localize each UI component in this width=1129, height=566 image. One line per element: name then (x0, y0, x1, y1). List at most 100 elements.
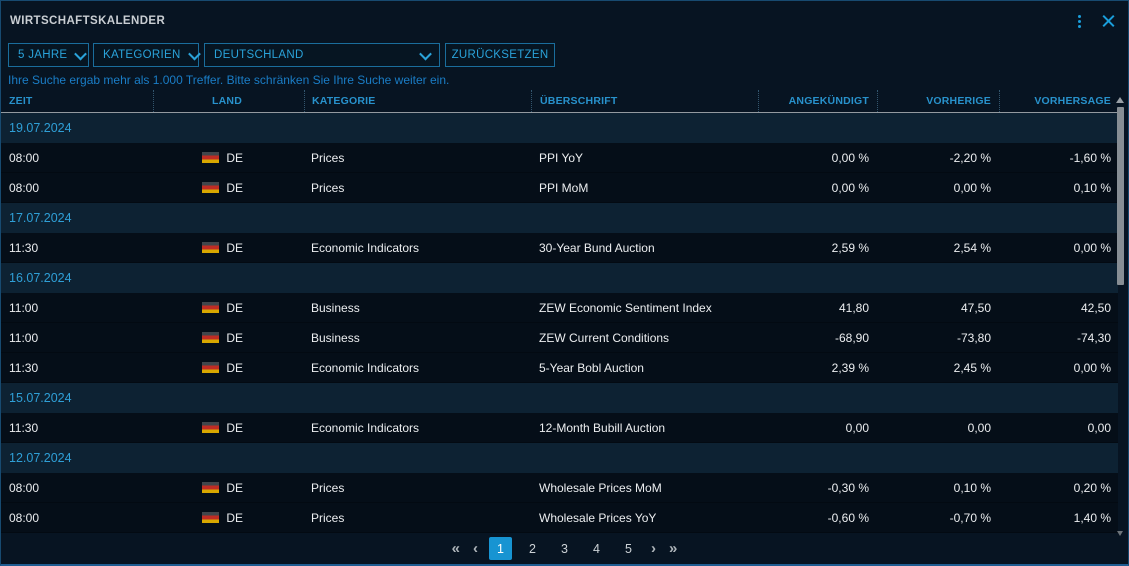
country-dropdown-label: DEUTSCHLAND (214, 49, 304, 61)
event-country: DE (153, 413, 304, 442)
next-page-button[interactable]: › (649, 541, 658, 556)
calendar-event-row[interactable]: 08:00DEPricesWholesale Prices MoM-0,30 %… (1, 473, 1118, 503)
event-headline: PPI YoY (531, 143, 758, 172)
event-time: 08:00 (1, 503, 153, 532)
germany-flag-icon (202, 482, 219, 493)
first-page-button[interactable]: « (450, 541, 462, 556)
country-code: DE (226, 151, 243, 165)
column-header-headline[interactable]: ÜBERSCHRIFT (531, 90, 758, 112)
event-previous-value: -0,70 % (877, 503, 999, 532)
scroll-down-arrow-icon[interactable] (1117, 531, 1123, 536)
country-code: DE (226, 421, 243, 435)
event-country: DE (153, 293, 304, 322)
column-header-country[interactable]: LAND (153, 90, 304, 112)
title-bar: WIRTSCHAFTSKALENDER (1, 1, 1128, 41)
event-announced-value: 0,00 (758, 413, 877, 442)
event-announced-value: -68,90 (758, 323, 877, 352)
page-button-3[interactable]: 3 (553, 537, 576, 560)
reset-button[interactable]: ZURÜCKSETZEN (445, 43, 555, 67)
kebab-menu-icon[interactable] (1076, 13, 1083, 30)
event-country: DE (153, 353, 304, 382)
column-header-time[interactable]: ZEIT (1, 90, 153, 112)
page-button-2[interactable]: 2 (521, 537, 544, 560)
date-group-row: 16.07.2024 (1, 263, 1118, 293)
country-code: DE (226, 511, 243, 525)
event-previous-value: 47,50 (877, 293, 999, 322)
column-header-forecast[interactable]: VORHERSAGE (999, 90, 1118, 112)
event-time: 08:00 (1, 143, 153, 172)
germany-flag-icon (202, 332, 219, 343)
event-category: Prices (304, 473, 531, 502)
date-group-row: 12.07.2024 (1, 443, 1118, 473)
event-announced-value: 0,00 % (758, 173, 877, 202)
event-announced-value: -0,60 % (758, 503, 877, 532)
scrollbar-thumb[interactable] (1117, 107, 1124, 285)
event-category: Prices (304, 173, 531, 202)
event-forecast-value: 1,40 % (999, 503, 1118, 532)
event-time: 08:00 (1, 473, 153, 502)
search-result-notice: Ihre Suche ergab mehr als 1.000 Treffer.… (1, 69, 1128, 90)
close-icon[interactable] (1101, 14, 1116, 29)
event-announced-value: 41,80 (758, 293, 877, 322)
event-country: DE (153, 233, 304, 262)
calendar-event-row[interactable]: 11:30DEEconomic Indicators5-Year Bobl Au… (1, 353, 1118, 383)
calendar-event-row[interactable]: 11:00DEBusinessZEW Current Conditions-68… (1, 323, 1118, 353)
scroll-up-arrow-icon[interactable] (1116, 97, 1124, 103)
germany-flag-icon (202, 512, 219, 523)
event-category: Economic Indicators (304, 233, 531, 262)
event-headline: ZEW Current Conditions (531, 323, 758, 352)
period-dropdown-label: 5 JAHRE (18, 49, 67, 61)
event-forecast-value: 0,20 % (999, 473, 1118, 502)
column-header-previous[interactable]: VORHERIGE (877, 90, 999, 112)
column-header-announced[interactable]: ANGEKÜNDIGT (758, 90, 877, 112)
calendar-event-row[interactable]: 11:00DEBusinessZEW Economic Sentiment In… (1, 293, 1118, 323)
chevron-down-icon (188, 47, 201, 60)
country-code: DE (226, 301, 243, 315)
previous-page-button[interactable]: ‹ (471, 541, 480, 556)
event-announced-value: 0,00 % (758, 143, 877, 172)
country-code: DE (226, 241, 243, 255)
event-previous-value: 2,45 % (877, 353, 999, 382)
last-page-button[interactable]: » (667, 541, 679, 556)
event-announced-value: 2,39 % (758, 353, 877, 382)
economic-calendar-widget: WIRTSCHAFTSKALENDER 5 JAHRE KATEGORIEN D… (0, 0, 1129, 566)
calendar-event-row[interactable]: 11:30 DE Economic Indicators30-Year Bund A… (1, 233, 1118, 263)
event-time: 11:30 (1, 233, 153, 262)
event-category: Business (304, 293, 531, 322)
page-button-4[interactable]: 4 (585, 537, 608, 560)
event-time: 08:00 (1, 173, 153, 202)
event-forecast-value: -74,30 (999, 323, 1118, 352)
country-code: DE (226, 361, 243, 375)
germany-flag-icon (202, 242, 219, 253)
calendar-event-row[interactable]: 08:00DEPricesPPI YoY0,00 %-2,20 %-1,60 % (1, 143, 1118, 173)
period-dropdown[interactable]: 5 JAHRE (8, 43, 89, 67)
vertical-scrollbar[interactable] (1116, 95, 1125, 536)
page-button-5[interactable]: 5 (617, 537, 640, 560)
event-headline: 12-Month Bubill Auction (531, 413, 758, 442)
event-forecast-value: 42,50 (999, 293, 1118, 322)
germany-flag-icon (202, 302, 219, 313)
calendar-event-row[interactable]: 11:30DEEconomic Indicators12-Month Bubil… (1, 413, 1118, 443)
categories-dropdown[interactable]: KATEGORIEN (93, 43, 199, 67)
event-headline: 5-Year Bobl Auction (531, 353, 758, 382)
event-previous-value: 0,10 % (877, 473, 999, 502)
calendar-event-row[interactable]: 08:00DEPricesWholesale Prices YoY-0,60 %… (1, 503, 1118, 533)
date-group-row: 17.07.2024 (1, 203, 1118, 233)
pagination: « ‹ 12345 › » (1, 533, 1128, 564)
table-body: 19.07.202408:00DEPricesPPI YoY0,00 %-2,2… (1, 113, 1128, 533)
event-previous-value: 0,00 % (877, 173, 999, 202)
event-time: 11:30 (1, 353, 153, 382)
event-previous-value: -73,80 (877, 323, 999, 352)
chevron-down-icon (75, 47, 88, 60)
event-category: Economic Indicators (304, 413, 531, 442)
country-dropdown[interactable]: DEUTSCHLAND (204, 43, 440, 67)
page-button-1[interactable]: 1 (489, 537, 512, 560)
event-forecast-value: -1,60 % (999, 143, 1118, 172)
column-header-category[interactable]: KATEGORIE (304, 90, 531, 112)
event-time: 11:00 (1, 293, 153, 322)
table-header: ZEIT LAND KATEGORIE ÜBERSCHRIFT ANGEKÜND… (1, 90, 1118, 113)
germany-flag-icon (202, 152, 219, 163)
event-headline: PPI MoM (531, 173, 758, 202)
calendar-event-row[interactable]: 08:00DEPricesPPI MoM0,00 %0,00 %0,10 % (1, 173, 1118, 203)
event-headline: 30-Year Bund Auction (531, 233, 758, 262)
